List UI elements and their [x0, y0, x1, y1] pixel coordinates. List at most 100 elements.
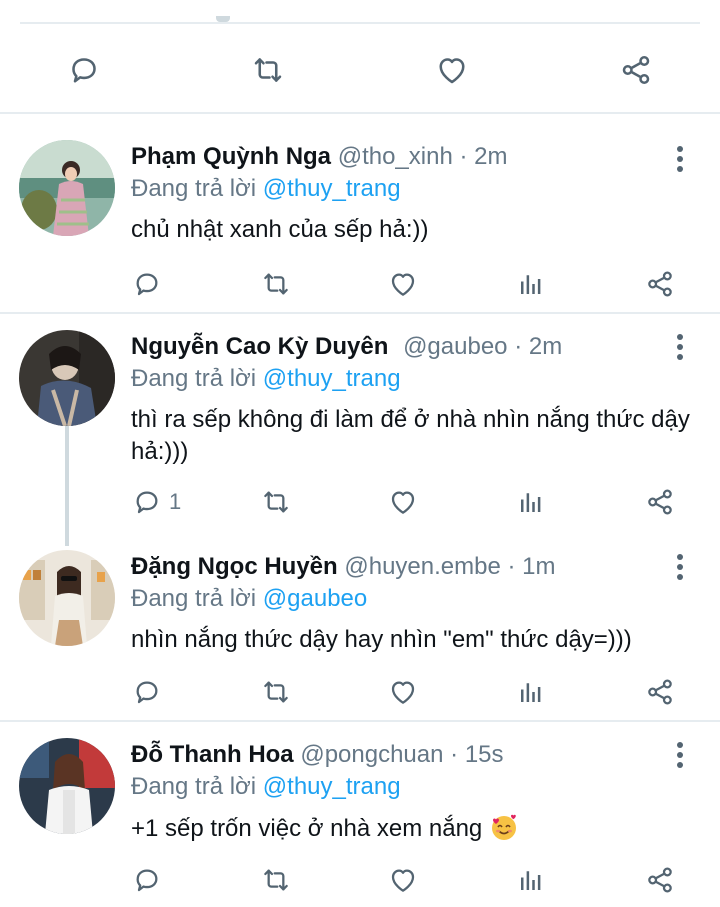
- main-share-button[interactable]: [616, 52, 656, 88]
- tweet-reply[interactable]: Phạm Quỳnh Nga @tho_xinh · 2m Đang trả l…: [0, 114, 720, 310]
- share-icon: [648, 489, 672, 515]
- reply-icon: [136, 681, 158, 704]
- more-options-button[interactable]: [668, 144, 692, 174]
- share-button[interactable]: [644, 860, 676, 900]
- like-button[interactable]: [387, 482, 419, 522]
- retweet-icon: [264, 681, 288, 703]
- more-icon: [677, 742, 683, 748]
- more-icon-dot: [677, 574, 683, 580]
- retweet-icon: [264, 869, 288, 891]
- replying-to-label: Đang trả lời: [131, 175, 257, 202]
- avatar[interactable]: [19, 550, 115, 646]
- like-button[interactable]: [387, 860, 419, 900]
- retweet-button[interactable]: [259, 264, 293, 304]
- tweet-actions: [0, 264, 720, 304]
- replying-to-label: Đang trả lời: [131, 773, 257, 800]
- mention-link[interactable]: @thuy_trang: [263, 175, 401, 202]
- main-like-button[interactable]: [432, 52, 472, 88]
- user-handle[interactable]: @gaubeo: [403, 333, 507, 360]
- heart-icon: [439, 58, 465, 84]
- tweet-reply[interactable]: Đặng Ngọc Huyền @huyen.embe · 1m Đang tr…: [0, 542, 720, 720]
- tweet-text: nhìn nắng thức dậy hay nhìn "em" thức dậ…: [131, 626, 632, 653]
- tweet-header: Phạm Quỳnh Nga @tho_xinh · 2m: [131, 142, 508, 172]
- tweet-actions: 1: [0, 482, 720, 522]
- replying-to: Đang trả lời @thuy_trang: [131, 364, 401, 394]
- top-divider: [20, 16, 700, 24]
- heart-icon: [391, 273, 415, 296]
- reply-icon: [136, 491, 158, 514]
- share-button[interactable]: [644, 264, 676, 304]
- analytics-button[interactable]: [516, 672, 546, 712]
- more-icon: [677, 334, 683, 340]
- retweet-button[interactable]: [259, 672, 293, 712]
- retweet-button[interactable]: [259, 860, 293, 900]
- main-retweet-button[interactable]: [248, 52, 288, 88]
- more-options-button[interactable]: [668, 740, 692, 770]
- user-handle[interactable]: @tho_xinh: [338, 143, 453, 170]
- share-icon: [648, 271, 672, 297]
- tweet-reply[interactable]: Đỗ Thanh Hoa @pongchuan · 15s Đang trả l…: [0, 722, 720, 907]
- smiling-face-with-hearts-icon: [491, 814, 516, 840]
- analytics-button[interactable]: [516, 264, 546, 304]
- more-icon-dot: [677, 156, 683, 162]
- separator-dot: ·: [459, 143, 468, 170]
- separator-dot: ·: [514, 333, 523, 360]
- share-icon: [648, 679, 672, 705]
- tweet-header: Đỗ Thanh Hoa @pongchuan · 15s: [131, 740, 504, 770]
- heart-icon: [391, 869, 415, 892]
- like-button[interactable]: [387, 672, 419, 712]
- analytics-icon: [521, 275, 541, 294]
- replying-to-label: Đang trả lời: [131, 585, 257, 612]
- display-name[interactable]: Nguyễn Cao Kỳ Duyên: [131, 333, 388, 360]
- mention-link[interactable]: @thuy_trang: [263, 365, 401, 392]
- reply-button[interactable]: 1: [131, 482, 181, 522]
- mention-link[interactable]: @thuy_trang: [263, 773, 401, 800]
- reply-button[interactable]: [131, 264, 169, 304]
- display-name[interactable]: Phạm Quỳnh Nga: [131, 143, 331, 170]
- cutoff-element: [216, 16, 230, 22]
- more-icon: [677, 554, 683, 560]
- more-icon-dot: [677, 752, 683, 758]
- tweet-reply[interactable]: Nguyễn Cao Kỳ Duyên @gaubeo · 2m Đang tr…: [0, 314, 720, 542]
- replying-to-label: Đang trả lời: [131, 365, 257, 392]
- timestamp[interactable]: 1m: [522, 553, 555, 580]
- retweet-button[interactable]: [259, 482, 293, 522]
- share-button[interactable]: [644, 672, 676, 712]
- timestamp[interactable]: 2m: [474, 143, 507, 170]
- mention-link[interactable]: @gaubeo: [263, 585, 367, 612]
- tweet-text: +1 sếp trốn việc ở nhà xem nắng: [131, 812, 696, 845]
- like-button[interactable]: [387, 264, 419, 304]
- analytics-icon: [521, 683, 541, 702]
- display-name[interactable]: Đặng Ngọc Huyền: [131, 553, 338, 580]
- retweet-icon: [254, 58, 282, 82]
- replying-to: Đang trả lời @thuy_trang: [131, 772, 401, 802]
- display-name[interactable]: Đỗ Thanh Hoa: [131, 741, 294, 768]
- analytics-button[interactable]: [516, 482, 546, 522]
- main-tweet-actions: [0, 40, 720, 96]
- more-options-button[interactable]: [668, 332, 692, 362]
- tweet-actions: [0, 672, 720, 712]
- replying-to: Đang trả lời @gaubeo: [131, 584, 367, 614]
- avatar[interactable]: [19, 330, 115, 426]
- more-icon-dot: [677, 354, 683, 360]
- timestamp[interactable]: 15s: [465, 741, 504, 768]
- analytics-icon: [521, 871, 541, 890]
- user-handle[interactable]: @pongchuan: [300, 741, 443, 768]
- share-button[interactable]: [644, 482, 676, 522]
- reply-button[interactable]: [131, 860, 169, 900]
- more-options-button[interactable]: [668, 552, 692, 582]
- heart-icon: [391, 491, 415, 514]
- heart-icon: [391, 681, 415, 704]
- reply-count: 1: [169, 489, 182, 514]
- reply-icon: [72, 58, 96, 83]
- tweet-header: Đặng Ngọc Huyền @huyen.embe · 1m: [131, 552, 556, 582]
- more-icon-dot: [677, 166, 683, 172]
- analytics-button[interactable]: [516, 860, 546, 900]
- more-icon: [677, 146, 683, 152]
- user-handle[interactable]: @huyen.embe: [344, 553, 500, 580]
- reply-button[interactable]: [131, 672, 169, 712]
- main-reply-button[interactable]: [64, 52, 104, 88]
- avatar[interactable]: [19, 738, 115, 834]
- avatar[interactable]: [19, 140, 115, 236]
- timestamp[interactable]: 2m: [529, 333, 562, 360]
